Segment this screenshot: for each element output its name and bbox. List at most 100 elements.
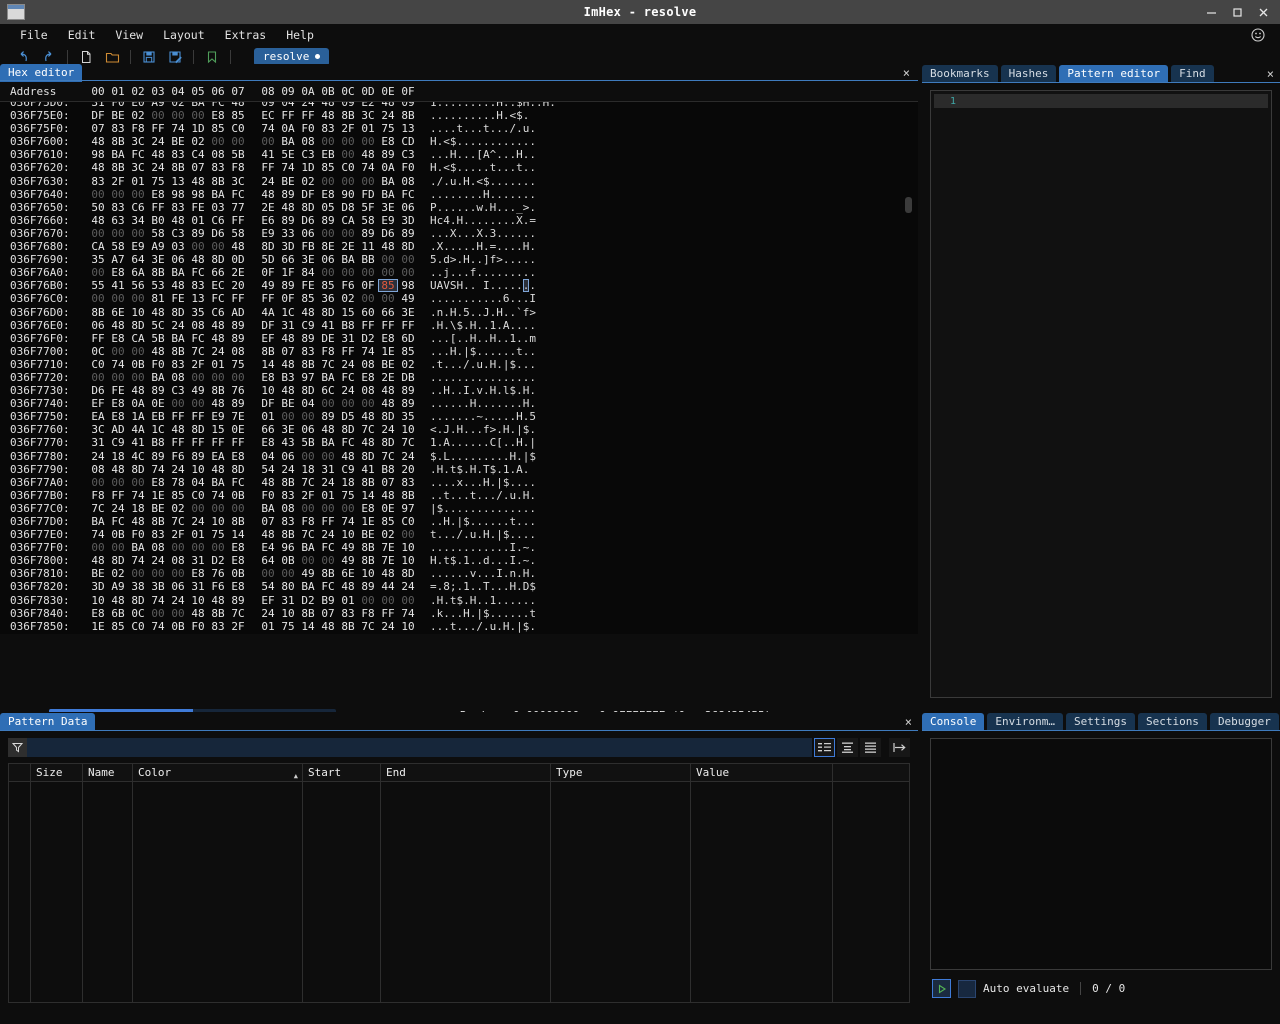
hex-byte[interactable]: 01 <box>318 489 338 502</box>
hex-byte[interactable]: 8B <box>108 135 128 148</box>
hex-byte[interactable]: BA <box>318 436 338 449</box>
hex-byte[interactable]: F6 <box>168 450 188 463</box>
ascii-char[interactable]: = <box>529 214 536 227</box>
pattern-col-value[interactable]: Value <box>691 764 833 781</box>
vertical-splitter[interactable] <box>918 64 922 1000</box>
tab-sections[interactable]: Sections <box>1138 713 1207 731</box>
ascii-char[interactable]: . <box>529 423 536 436</box>
hex-byte[interactable]: 98 <box>398 279 418 292</box>
hex-byte[interactable]: 06 <box>168 580 188 593</box>
ascii-char[interactable]: t <box>443 489 450 502</box>
hex-byte[interactable]: 00 <box>188 240 208 253</box>
ascii-char[interactable]: H <box>443 384 450 397</box>
hex-byte[interactable]: 8D <box>188 423 208 436</box>
hex-byte[interactable]: FC <box>318 580 338 593</box>
ascii-char[interactable]: . <box>529 240 536 253</box>
hex-byte[interactable]: FF <box>188 410 208 423</box>
hex-byte[interactable]: 8B <box>148 515 168 528</box>
hex-byte[interactable]: 74 <box>168 122 188 135</box>
ascii-char[interactable]: . <box>503 227 510 240</box>
hex-byte[interactable]: 7C <box>298 476 318 489</box>
hex-byte[interactable]: 00 <box>398 528 418 541</box>
ascii-char[interactable]: . <box>430 594 437 607</box>
hex-byte[interactable]: 0B <box>168 620 188 633</box>
ascii-char[interactable]: $ <box>516 102 523 109</box>
hex-byte[interactable]: B0 <box>148 214 168 227</box>
ascii-char[interactable]: . <box>483 227 490 240</box>
hex-byte[interactable]: E8 <box>208 109 228 122</box>
hex-byte[interactable]: E8 <box>108 266 128 279</box>
ascii-char[interactable]: . <box>483 345 490 358</box>
hex-byte[interactable]: 2F <box>168 528 188 541</box>
ascii-char[interactable]: = <box>430 580 437 593</box>
hex-byte[interactable]: 1C <box>278 306 298 319</box>
ascii-char[interactable]: U <box>430 279 437 292</box>
pattern-col-end[interactable]: End <box>381 764 551 781</box>
hex-byte[interactable]: 08 <box>358 384 378 397</box>
hex-row[interactable]: 036F7840:E86B0C0000488B7C24108B0783F8FF7… <box>0 607 918 620</box>
hex-byte[interactable]: E8 <box>108 410 128 423</box>
ascii-char[interactable]: . <box>430 306 437 319</box>
hex-row[interactable]: 036F7670:00000058C389D658E93306000089D68… <box>0 227 918 240</box>
hex-byte[interactable]: 02 <box>398 358 418 371</box>
hex-byte[interactable]: 00 <box>278 567 298 580</box>
ascii-char[interactable]: 1 <box>463 554 470 567</box>
hex-byte[interactable]: 00 <box>358 397 378 410</box>
ascii-char[interactable]: . <box>496 188 503 201</box>
hex-byte[interactable]: 24 <box>338 358 358 371</box>
hex-byte[interactable]: A7 <box>108 253 128 266</box>
ascii-char[interactable]: . <box>463 476 470 489</box>
hex-byte[interactable]: F8 <box>88 489 108 502</box>
ascii-char[interactable]: . <box>503 502 510 515</box>
hex-byte[interactable]: BA <box>188 102 208 109</box>
ascii-char[interactable]: . <box>516 607 523 620</box>
ascii-char[interactable]: . <box>503 201 510 214</box>
hex-byte[interactable]: 00 <box>88 541 108 554</box>
hex-byte[interactable]: 81 <box>148 292 168 305</box>
hex-byte[interactable]: 31 <box>88 436 108 449</box>
hex-byte[interactable]: 48 <box>258 188 278 201</box>
ascii-char[interactable]: I <box>463 384 470 397</box>
hex-byte[interactable]: 00 <box>398 253 418 266</box>
hex-byte[interactable]: BE <box>278 397 298 410</box>
hex-byte[interactable]: D2 <box>358 332 378 345</box>
hex-byte[interactable]: BA <box>148 371 168 384</box>
ascii-char[interactable]: $ <box>483 607 490 620</box>
hex-byte[interactable]: E0 <box>128 102 148 109</box>
hex-byte[interactable]: 31 <box>188 580 208 593</box>
hex-byte[interactable]: 98 <box>168 188 188 201</box>
hex-byte[interactable]: FF <box>298 109 318 122</box>
hex-byte[interactable]: FC <box>188 266 208 279</box>
hex-byte[interactable]: 24 <box>378 620 398 633</box>
ascii-char[interactable]: . <box>443 102 450 109</box>
hex-byte[interactable]: 6B <box>108 607 128 620</box>
hex-byte[interactable]: 48 <box>318 620 338 633</box>
hex-byte[interactable]: 01 <box>188 528 208 541</box>
ascii-char[interactable]: . <box>496 227 503 240</box>
ascii-char[interactable]: . <box>450 109 457 122</box>
ascii-char[interactable]: . <box>516 541 523 554</box>
hex-byte[interactable]: 34 <box>128 214 148 227</box>
hex-byte[interactable]: 3C <box>88 423 108 436</box>
ascii-char[interactable]: | <box>496 528 503 541</box>
ascii-char[interactable]: . <box>503 332 510 345</box>
hex-byte[interactable]: 14 <box>228 528 248 541</box>
hex-byte[interactable]: F6 <box>208 580 228 593</box>
hex-byte[interactable]: 98 <box>88 148 108 161</box>
hex-byte[interactable]: 74 <box>148 620 168 633</box>
ascii-char[interactable]: . <box>483 567 490 580</box>
hex-byte[interactable]: 8D <box>378 436 398 449</box>
ascii-char[interactable]: T <box>483 463 490 476</box>
ascii-char[interactable]: u <box>476 358 483 371</box>
ascii-char[interactable]: . <box>476 161 483 174</box>
ascii-char[interactable]: \ <box>450 319 457 332</box>
ascii-char[interactable]: . <box>503 306 510 319</box>
hex-byte[interactable]: 97 <box>398 502 418 515</box>
ascii-char[interactable]: . <box>496 240 503 253</box>
hex-byte[interactable]: FC <box>128 148 148 161</box>
hex-byte[interactable]: 83 <box>168 201 188 214</box>
hex-byte[interactable]: 08 <box>398 175 418 188</box>
ascii-char[interactable]: 1 <box>430 102 437 109</box>
hex-byte[interactable]: 8B <box>338 109 358 122</box>
hex-byte[interactable]: 0F <box>258 266 278 279</box>
